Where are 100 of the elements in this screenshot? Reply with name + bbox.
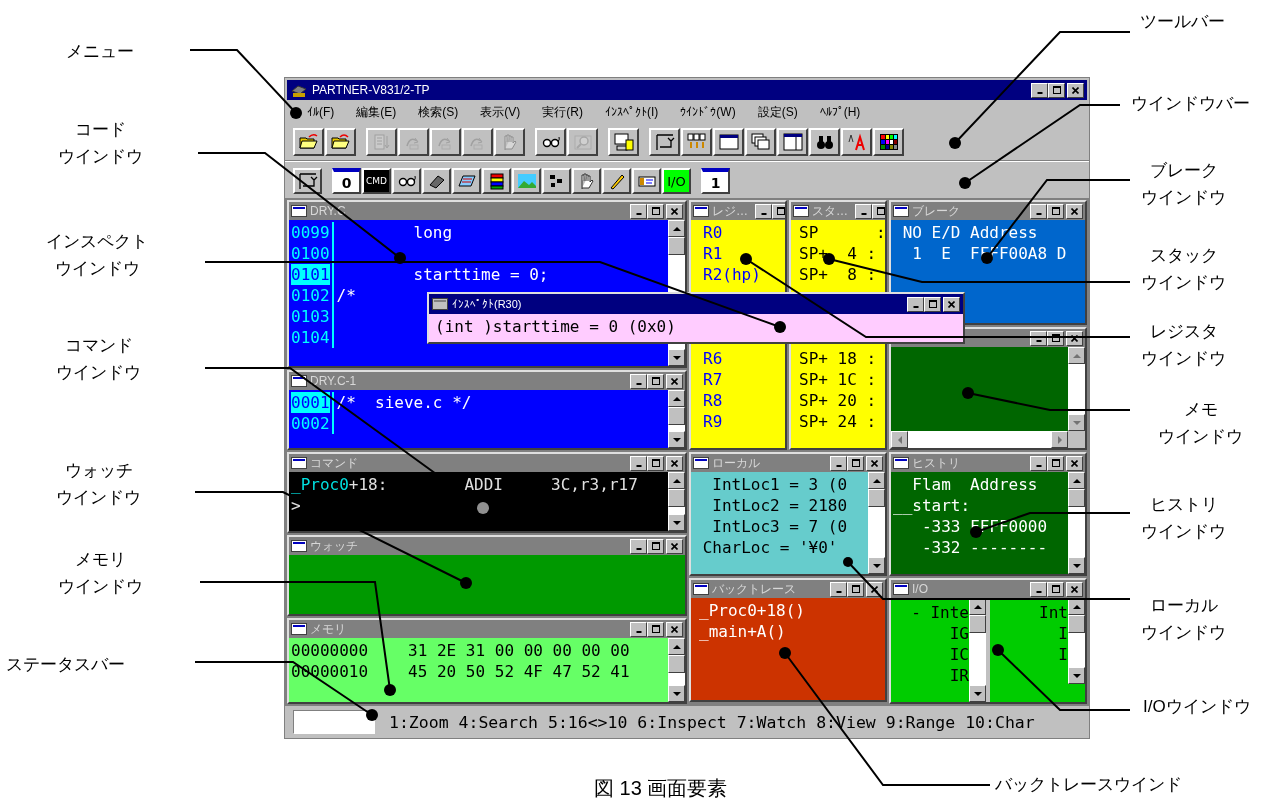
maximize-button[interactable] [924, 296, 941, 312]
maximize-icon [651, 207, 660, 215]
close-button[interactable] [666, 373, 683, 389]
maximize-button[interactable] [647, 373, 664, 389]
maximize-button[interactable] [847, 455, 864, 471]
toolbar-button[interactable] [841, 128, 872, 156]
toolbar-button[interactable] [681, 128, 712, 156]
maximize-button[interactable] [1047, 455, 1064, 471]
maximize-button[interactable] [647, 538, 664, 554]
window-bar-button[interactable] [602, 168, 631, 194]
code-text: starttime = 0; [412, 264, 549, 285]
menu-item[interactable]: 編集(E) [356, 103, 397, 121]
window-bar-button[interactable]: 1 [701, 168, 730, 194]
text-line: SP+ 8 : [799, 264, 877, 285]
text-line: SP+ 4 : [799, 243, 877, 264]
close-button[interactable] [943, 296, 960, 312]
vertical-scrollbar[interactable] [969, 598, 986, 702]
window-bar-button[interactable] [293, 168, 322, 194]
toolbar-button[interactable] [713, 128, 744, 156]
toolbar-button[interactable] [325, 128, 356, 156]
minimize-button[interactable] [1030, 581, 1047, 597]
vertical-scrollbar[interactable] [1068, 347, 1085, 431]
menu-item[interactable]: ｲﾙ(F) [307, 105, 335, 119]
minimize-button[interactable] [1030, 203, 1047, 219]
toolbar-button[interactable] [535, 128, 566, 156]
menu-item[interactable]: 実行(R) [542, 103, 583, 121]
minimize-button[interactable] [1030, 455, 1047, 471]
window-title: ウォッチ [310, 537, 358, 555]
vertical-scrollbar[interactable] [668, 638, 685, 702]
maximize-button[interactable] [1047, 203, 1064, 219]
text-line: Flam Address [911, 474, 1038, 495]
minimize-button[interactable] [830, 455, 847, 471]
menu-item[interactable]: 表示(V) [480, 103, 521, 121]
window-bar-button[interactable] [452, 168, 481, 194]
window-bar-button[interactable] [572, 168, 601, 194]
window-bar-button[interactable]: 0 [332, 168, 361, 194]
maximize-button[interactable] [1047, 581, 1064, 597]
toolbar-button[interactable] [608, 128, 639, 156]
close-button[interactable] [666, 538, 683, 554]
maximize-button[interactable] [647, 203, 664, 219]
minimize-button[interactable] [630, 621, 647, 637]
close-button[interactable] [866, 455, 883, 471]
window-bar-button[interactable] [542, 168, 571, 194]
callout-label: ツールバー [1140, 11, 1225, 33]
status-input-field[interactable] [293, 710, 375, 734]
minimize-icon [1036, 92, 1043, 94]
maximize-button[interactable] [1048, 82, 1065, 98]
text-line: IntLoc3 = 7 (0 [711, 516, 848, 537]
menu-item[interactable]: 検索(S) [418, 103, 459, 121]
menu-item[interactable]: ﾍﾙﾌﾟ(H) [819, 105, 861, 119]
vertical-scrollbar[interactable] [1068, 598, 1085, 684]
window-bar-button[interactable] [512, 168, 541, 194]
menu-item[interactable]: ｲﾝｽﾍﾟｸﾄ(I) [605, 105, 659, 119]
minimize-button[interactable] [907, 296, 924, 312]
vertical-scrollbar[interactable] [668, 390, 685, 448]
maximize-button[interactable] [647, 621, 664, 637]
close-button[interactable] [666, 621, 683, 637]
menu-item[interactable]: 設定(S) [757, 103, 798, 121]
cascade-icon [750, 133, 771, 151]
horizontal-scrollbar[interactable] [891, 431, 1068, 448]
minimize-button[interactable] [855, 203, 872, 219]
maximize-button[interactable] [872, 203, 885, 219]
minimize-button[interactable] [830, 581, 847, 597]
toolbar-button[interactable] [873, 128, 904, 156]
window-bar-button[interactable] [392, 168, 421, 194]
maximize-button[interactable] [847, 581, 864, 597]
maximize-icon [776, 207, 785, 215]
minimize-button[interactable] [1031, 82, 1048, 98]
close-button[interactable] [1066, 581, 1083, 597]
minimize-button[interactable] [630, 203, 647, 219]
close-button[interactable] [1067, 82, 1084, 98]
menu-item[interactable]: ｳｲﾝﾄﾞｳ(W) [680, 105, 736, 119]
close-button[interactable] [1066, 203, 1083, 219]
text-line: CharLoc = '¥0' [701, 537, 838, 558]
toolbar-button[interactable] [649, 128, 680, 156]
minimize-button[interactable] [630, 538, 647, 554]
maximize-button[interactable] [647, 455, 664, 471]
close-button[interactable] [1066, 455, 1083, 471]
window-bar-button[interactable]: CMD [362, 168, 391, 194]
maximize-button[interactable] [772, 203, 785, 219]
disassembly-text: +18: ADDI 3C,r3,r17 [348, 474, 638, 495]
window-bar-button[interactable]: I/O [662, 168, 691, 194]
vertical-scrollbar[interactable] [868, 472, 885, 574]
line-number: 0001 [291, 392, 330, 413]
window-bar-button[interactable] [482, 168, 511, 194]
text-line: -333 FFFF0000 [920, 516, 1048, 537]
callout-label: ステータスバー [6, 654, 125, 676]
toolbar-button[interactable] [809, 128, 840, 156]
close-button[interactable] [666, 203, 683, 219]
close-button[interactable] [666, 455, 683, 471]
toolbar-button[interactable] [777, 128, 808, 156]
window-bar-button[interactable] [422, 168, 451, 194]
window-bar-button[interactable] [632, 168, 661, 194]
minimize-button[interactable] [630, 373, 647, 389]
toolbar-button[interactable] [293, 128, 324, 156]
vertical-scrollbar[interactable] [1068, 472, 1085, 574]
minimize-button[interactable] [630, 455, 647, 471]
vertical-scrollbar[interactable] [668, 472, 685, 531]
toolbar-button[interactable] [745, 128, 776, 156]
minimize-button[interactable] [755, 203, 772, 219]
